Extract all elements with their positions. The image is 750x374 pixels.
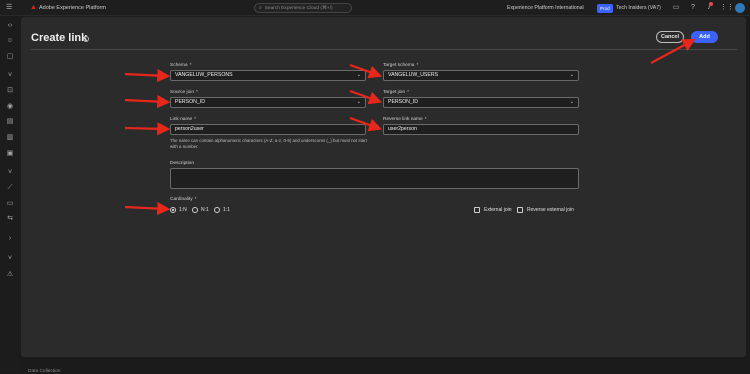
search-icon: ⌕ (259, 6, 262, 11)
link-name-label: Link name * (170, 117, 197, 122)
schema-value: VANGELUW_PERSONS (175, 72, 233, 78)
source-join-label: Source join * (170, 90, 198, 95)
schema-label: Schema * (170, 63, 192, 68)
target-join-value: PERSON_ID (388, 99, 418, 105)
dialog-title: Create link (31, 32, 88, 44)
sandbox-switcher[interactable]: Tech Insiders (VA7) (616, 5, 661, 11)
menu-icon[interactable]: ☰ (6, 4, 14, 12)
description-textarea[interactable] (170, 168, 579, 189)
link-name-field[interactable]: person2user (170, 124, 366, 135)
cardinality-radio-11[interactable]: 1:1 (214, 207, 230, 213)
adobe-logo[interactable]: ▲ (30, 4, 37, 11)
add-button[interactable]: Add (691, 31, 718, 43)
nav-icon-5[interactable]: ⊡ (6, 87, 14, 95)
apps-grid-icon[interactable]: ⋮⋮ (720, 4, 734, 12)
bottom-bar-text: Data Collection (28, 369, 61, 374)
nav-icon-13[interactable]: ⇆ (6, 215, 14, 223)
nav-icon-14[interactable]: › (6, 235, 14, 243)
nav-icon-7[interactable]: ▤ (6, 118, 14, 126)
cardinality-radio-1n[interactable]: 1:N (170, 207, 187, 213)
target-join-select[interactable]: PERSON_ID ⌄ (383, 97, 579, 108)
reverse-external-join-checkbox[interactable]: Reverse external join (517, 207, 574, 213)
external-join-checkbox[interactable]: External join (474, 207, 512, 213)
chat-icon[interactable]: ▭ (672, 4, 680, 12)
radio-indicator (214, 207, 220, 213)
radio-indicator (192, 207, 198, 213)
source-join-select[interactable]: PERSON_ID ⌄ (170, 97, 366, 108)
chevron-down-icon: ⌄ (356, 72, 361, 78)
nav-icon-10[interactable]: ˅ (6, 169, 14, 177)
target-schema-label: Target schema * (383, 63, 419, 68)
info-icon[interactable]: i (83, 36, 89, 42)
org-switcher[interactable]: Experience Platform International (507, 5, 584, 11)
nav-icon-8[interactable]: ▥ (6, 134, 14, 142)
radio-selected-indicator (170, 207, 176, 213)
nav-icon-2[interactable]: ☺ (6, 37, 14, 45)
cardinality-option-label: N:1 (201, 207, 209, 213)
cardinality-option-label: 1:N (179, 207, 187, 213)
dialog-divider (31, 49, 737, 50)
cardinality-label: Cardinality * (170, 197, 197, 202)
external-join-label: External join (484, 207, 512, 213)
checkbox-box (517, 207, 523, 213)
checkbox-box (474, 207, 480, 213)
reverse-link-name-label: Reverse link name * (383, 117, 427, 122)
nav-icon-3[interactable]: ▢ (6, 53, 14, 61)
nav-icon-4[interactable]: ˅ (6, 72, 14, 80)
chevron-down-icon: ⌄ (569, 99, 574, 105)
env-badge: Prod (597, 4, 613, 13)
target-join-label: Target join * (383, 90, 410, 95)
schema-select[interactable]: VANGELUW_PERSONS ⌄ (170, 70, 366, 81)
chevron-down-icon: ⌄ (569, 72, 574, 78)
nav-icon-6[interactable]: ◉ (6, 103, 14, 111)
source-join-value: PERSON_ID (175, 99, 205, 105)
avatar[interactable] (735, 3, 745, 13)
target-schema-value: VANGELUW_USERS (388, 72, 439, 78)
reverse-link-name-field[interactable]: user2person (383, 124, 579, 135)
nav-icon-1[interactable]: ‹› (6, 22, 14, 30)
nav-icon-15[interactable]: ˅ (6, 255, 14, 263)
chevron-down-icon: ⌄ (356, 99, 361, 105)
search-input[interactable]: ⌕ Search Experience Cloud (⌘+/) (254, 3, 352, 13)
link-name-help-text: The name can contain alphanumeric charac… (170, 138, 367, 149)
notification-dot (709, 2, 713, 6)
help-icon[interactable]: ? (689, 4, 697, 12)
nav-icon-16[interactable]: ⚠ (6, 271, 14, 279)
top-nav-bar: ☰ ▲ Adobe Experience Platform ⌕ Search E… (0, 0, 750, 16)
bottom-bar: Data Collection (21, 359, 746, 374)
product-name[interactable]: Adobe Experience Platform (39, 5, 106, 11)
reverse-external-join-label: Reverse external join (527, 207, 574, 213)
left-nav-rail: ‹› ☺ ▢ ˅ ⊡ ◉ ▤ ▥ ▣ ˅ ⟋ ▭ ⇆ › ˅ ⚠ (0, 17, 20, 373)
cardinality-radio-n1[interactable]: N:1 (192, 207, 209, 213)
nav-icon-9[interactable]: ▣ (6, 150, 14, 158)
cancel-button[interactable]: Cancel (656, 31, 684, 43)
search-placeholder: Search Experience Cloud (⌘+/) (264, 5, 333, 11)
description-label: Description (170, 161, 194, 166)
nav-icon-12[interactable]: ▭ (6, 200, 14, 208)
nav-icon-11[interactable]: ⟋ (6, 184, 14, 192)
cardinality-option-label: 1:1 (223, 207, 230, 213)
target-schema-select[interactable]: VANGELUW_USERS ⌄ (383, 70, 579, 81)
